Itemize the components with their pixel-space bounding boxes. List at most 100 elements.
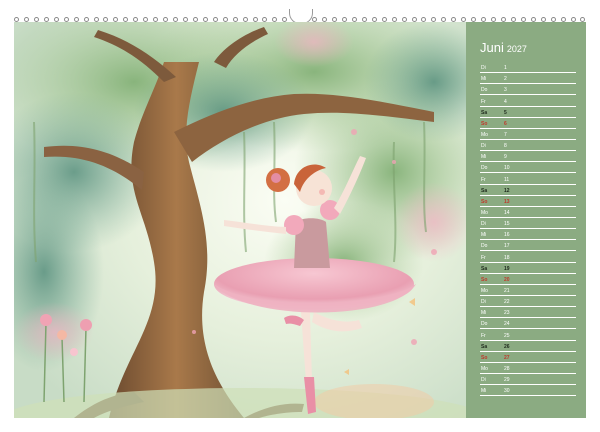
weekday-label: So	[481, 276, 488, 283]
day-number: 8	[504, 143, 507, 150]
binding-ring	[73, 16, 79, 22]
day-number: 3	[504, 87, 507, 94]
binding-ring	[451, 16, 457, 22]
day-row: Do 10	[480, 162, 576, 174]
day-row: Di 15	[480, 218, 576, 230]
day-row: Di 22	[480, 296, 576, 308]
weekday-label: Do	[481, 87, 488, 94]
day-number: 11	[504, 176, 510, 183]
weekday-label: Di	[481, 377, 486, 384]
day-row: Do 3	[480, 84, 576, 96]
day-row: Do 24	[480, 318, 576, 330]
day-number: 1	[504, 65, 507, 72]
binding-ring	[113, 16, 119, 22]
weekday-label: Di	[481, 65, 486, 72]
weekday-label: Mi	[481, 154, 487, 161]
weekday-label: Fr	[481, 176, 486, 183]
binding-ring	[43, 16, 49, 22]
day-number: 21	[504, 287, 510, 294]
day-row: Mi 23	[480, 307, 576, 319]
binding-ring	[411, 16, 417, 22]
day-row: Fr 25	[480, 329, 576, 341]
weekday-label: Mo	[481, 365, 488, 372]
binding-ring	[133, 16, 139, 22]
day-number: 15	[504, 221, 510, 228]
binding-ring	[103, 16, 109, 22]
day-number: 13	[504, 198, 510, 205]
day-number: 2	[504, 76, 507, 83]
day-row: Fr 4	[480, 95, 576, 107]
day-row: Mi 2	[480, 73, 576, 85]
weekday-label: Mo	[481, 209, 488, 216]
weekday-label: So	[481, 198, 488, 205]
binding-ring	[192, 16, 198, 22]
binding-ring	[163, 16, 169, 22]
binding-ring	[560, 16, 566, 22]
binding-ring	[202, 16, 208, 22]
day-number: 29	[504, 377, 510, 384]
day-row: Do 17	[480, 240, 576, 252]
day-row: Di 1	[480, 62, 576, 74]
day-number: 14	[504, 209, 510, 216]
weekday-label: Mi	[481, 76, 487, 83]
day-row: Mi 16	[480, 229, 576, 241]
day-number: 22	[504, 299, 510, 306]
binding-ring	[540, 16, 546, 22]
binding-ring	[491, 16, 496, 22]
day-number: 20	[504, 276, 510, 283]
binding-ring	[83, 16, 89, 22]
binding-ring	[312, 16, 318, 22]
binding-ring	[332, 16, 337, 22]
binding-ring	[421, 16, 427, 22]
binding-ring	[232, 16, 238, 22]
binding-ring	[252, 16, 258, 22]
binding-ring	[242, 16, 248, 22]
day-number: 17	[504, 243, 510, 250]
day-number: 27	[504, 354, 510, 361]
weekday-label: Fr	[481, 98, 486, 105]
weekday-label: So	[481, 120, 488, 127]
binding-ring	[461, 16, 467, 22]
ballerina-under-tree-illustration	[14, 22, 466, 418]
binding-ring	[272, 16, 278, 22]
binding-ring	[520, 16, 526, 22]
day-row: Mi 30	[480, 385, 576, 397]
day-row: Sa 19	[480, 263, 576, 274]
day-list: Di 1 Mi 2 Do 3 Fr 4 Sa 5 So 6 Mo 7 Di 8 Mi 9 Do 10 Fr 11 Sa 12 S…	[480, 62, 576, 397]
weekday-label: Sa	[481, 109, 488, 116]
day-row: Sa 5	[480, 107, 576, 118]
binding-ring	[153, 16, 159, 22]
day-number: 10	[504, 165, 510, 172]
day-number: 19	[504, 265, 510, 272]
binding-ring	[481, 16, 487, 22]
day-row: Sa 26	[480, 341, 576, 352]
binding-ring	[33, 16, 39, 22]
day-number: 23	[504, 310, 510, 317]
binding-ring	[53, 16, 59, 22]
weekday-label: Sa	[481, 343, 488, 350]
day-row: Mi 9	[480, 151, 576, 163]
binding-ring	[381, 16, 387, 22]
weekday-label: Mo	[481, 287, 488, 294]
day-row: Sa 12	[480, 185, 576, 196]
weekday-label: Do	[481, 321, 488, 328]
day-row: Fr 18	[480, 251, 576, 263]
day-number: 30	[504, 388, 510, 395]
day-row: So 6	[480, 118, 576, 129]
binding-ring	[580, 16, 586, 22]
day-row: So 27	[480, 352, 576, 363]
day-number: 25	[504, 332, 510, 339]
day-row: Mo 7	[480, 129, 576, 140]
day-row: Mo 28	[480, 363, 576, 374]
binding-ring	[530, 16, 536, 22]
binding-ring	[401, 16, 407, 22]
weekday-label: Fr	[481, 332, 486, 339]
binding-ring	[431, 16, 437, 22]
day-row: So 20	[480, 274, 576, 285]
binding-ring	[322, 16, 328, 22]
binding-ring	[500, 16, 506, 22]
binding-ring	[123, 16, 129, 22]
binding-ring	[173, 16, 178, 22]
weekday-label: Do	[481, 243, 488, 250]
weekday-label: Mo	[481, 131, 488, 138]
